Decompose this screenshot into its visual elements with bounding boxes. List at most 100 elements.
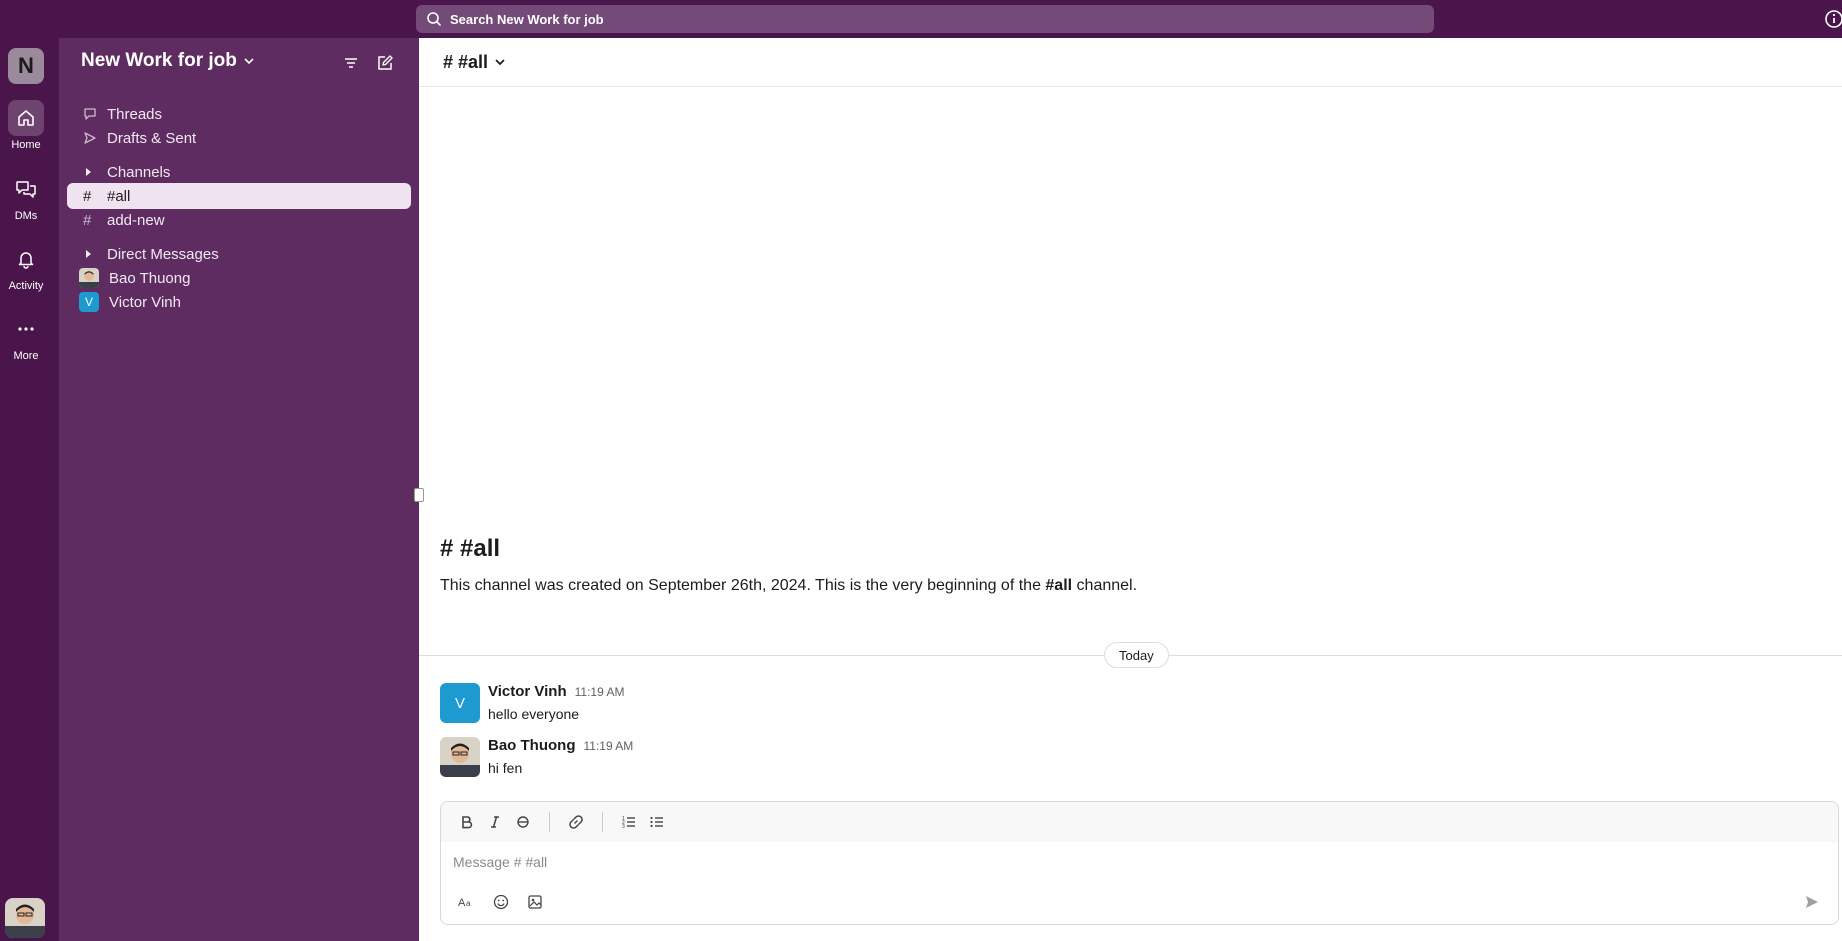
avatar[interactable]: V [440, 683, 480, 723]
send-button[interactable] [1800, 890, 1824, 914]
rail-home-label: Home [11, 139, 41, 151]
chevron-down-icon [495, 59, 505, 66]
strikethrough-icon [517, 816, 529, 828]
emoji-icon [493, 894, 509, 910]
sidebar-item-label: Drafts & Sent [107, 129, 197, 147]
sidebar-item-drafts[interactable]: Drafts & Sent [67, 125, 411, 151]
more-icon [18, 327, 34, 331]
bulleted-list-icon [650, 816, 663, 828]
rail-dms[interactable]: DMs [0, 171, 52, 222]
sidebar-item-label: Bao Thuong [109, 269, 191, 287]
sidebar-item-threads[interactable]: Threads [67, 101, 411, 127]
channels-section-label: Channels [107, 163, 171, 181]
filter-icon[interactable] [342, 54, 360, 72]
user-avatar[interactable] [5, 898, 45, 938]
rail-activity-label: Activity [8, 280, 44, 292]
image-icon [528, 895, 542, 909]
channel-header[interactable]: # #all [419, 38, 1842, 87]
numbered-list-icon: 123 [622, 816, 635, 830]
svg-text:A: A [458, 897, 466, 909]
profile-photo-icon [440, 737, 480, 777]
message-time[interactable]: 11:19 AM [583, 739, 633, 753]
sidebar-item-label: #all [107, 187, 131, 205]
message-composer: 123 Aa [440, 801, 1839, 925]
channel-title: # #all [443, 51, 489, 72]
caret-right-icon [86, 250, 91, 258]
dms-icon [16, 181, 36, 198]
formatting-toolbar: 123 [441, 802, 1838, 842]
message-author[interactable]: Victor Vinh [488, 683, 567, 700]
message-author[interactable]: Bao Thuong [488, 737, 575, 754]
send-icon [84, 132, 96, 144]
emoji-button[interactable] [487, 888, 515, 916]
chevron-down-icon [244, 58, 254, 65]
send-icon [1806, 896, 1818, 908]
info-icon[interactable] [1824, 9, 1842, 29]
top-bar: Search New Work for job [0, 0, 1842, 38]
workspace-logo[interactable]: N [8, 48, 44, 84]
rail-dms-label: DMs [14, 210, 38, 222]
message-text: hi fen [488, 760, 523, 776]
search-bar[interactable]: Search New Work for job [416, 5, 1434, 33]
text-format-button[interactable]: Aa [453, 888, 481, 916]
message-time[interactable]: 11:19 AM [575, 685, 625, 699]
rail-more[interactable]: More [0, 311, 52, 362]
hash-icon: # [83, 211, 92, 229]
message-item: V Victor Vinh 11:19 AM hello everyone [440, 683, 624, 723]
sidebar-item-channel-add-new[interactable]: # add-new [67, 207, 411, 233]
bold-icon [462, 816, 473, 829]
search-icon [427, 12, 441, 26]
channels-section-toggle[interactable]: Channels [67, 159, 411, 185]
threads-icon [84, 108, 96, 120]
message-item: Bao Thuong 11:19 AM hi fen [440, 737, 633, 777]
avatar: V [79, 292, 99, 312]
svg-text:a: a [466, 899, 471, 908]
channel-intro-title: # #all [440, 535, 501, 562]
rail-activity[interactable]: Activity [0, 241, 52, 292]
workspace-rail: N Home DMs Activity More [0, 38, 59, 941]
strikethrough-button[interactable] [509, 808, 537, 836]
italic-icon [491, 816, 499, 828]
numbered-list-button[interactable]: 123 [615, 808, 643, 836]
workspace-name: New Work for job [81, 50, 237, 71]
sidebar-item-label: Threads [107, 105, 163, 123]
avatar [79, 268, 99, 288]
workspace-name-menu[interactable]: New Work for job [81, 50, 255, 72]
profile-photo-icon [79, 268, 99, 288]
rail-more-label: More [13, 350, 39, 362]
dms-section-toggle[interactable]: Direct Messages [67, 241, 411, 267]
hash-icon: # [83, 187, 92, 205]
channel-intro-name: #all [1045, 577, 1073, 594]
toolbar-divider [549, 812, 550, 832]
image-upload-button[interactable] [521, 888, 549, 916]
resize-handle[interactable] [414, 488, 424, 502]
bell-icon [18, 252, 34, 269]
svg-text:3: 3 [622, 824, 625, 830]
dms-section-label: Direct Messages [107, 245, 219, 263]
profile-photo-icon [5, 898, 45, 938]
sidebar-item-channel-all[interactable]: # #all [67, 183, 411, 209]
italic-button[interactable] [481, 808, 509, 836]
search-placeholder: Search New Work for job [450, 11, 604, 27]
sidebar: New Work for job Threads Drafts & Sent C… [59, 38, 419, 941]
avatar[interactable] [440, 737, 480, 777]
toolbar-divider [602, 812, 603, 832]
bold-button[interactable] [453, 808, 481, 836]
home-icon [18, 110, 34, 126]
link-icon [569, 815, 583, 829]
rail-home[interactable]: Home [0, 100, 52, 151]
message-text: hello everyone [488, 706, 580, 722]
text-format-icon: Aa [458, 897, 471, 909]
sidebar-item-label: add-new [107, 211, 165, 229]
date-divider-pill[interactable]: Today [1104, 642, 1169, 668]
channel-intro-text: This channel was created on September 26… [440, 577, 1138, 594]
compose-icon[interactable] [376, 54, 394, 72]
message-input[interactable] [453, 850, 1823, 874]
channel-view: # #all # #all This channel was created o… [414, 38, 1842, 941]
sidebar-item-dm-victor-vinh[interactable]: V Victor Vinh [67, 289, 411, 315]
sidebar-item-label: Victor Vinh [109, 293, 181, 311]
link-button[interactable] [562, 808, 590, 836]
bulleted-list-button[interactable] [643, 808, 671, 836]
caret-right-icon [86, 168, 91, 176]
sidebar-item-dm-bao-thuong[interactable]: Bao Thuong [67, 265, 411, 291]
